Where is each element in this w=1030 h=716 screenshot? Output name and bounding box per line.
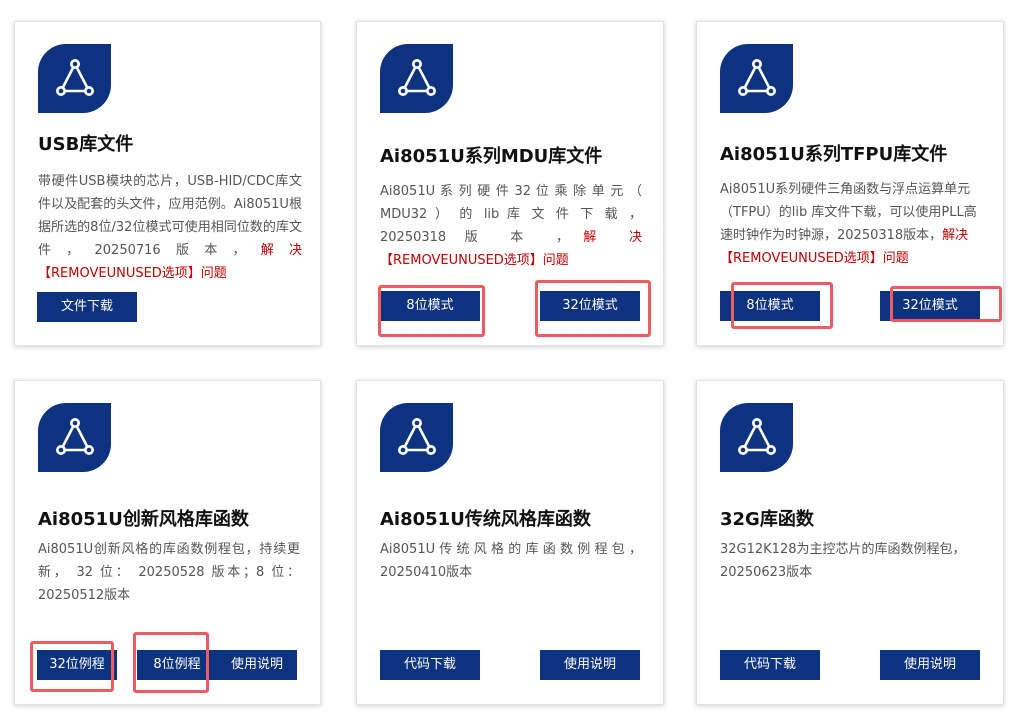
card-mdu-library: Ai8051U系列MDU库文件 Ai8051U 系 列 硬 件 32 位 乘 除… — [356, 21, 664, 346]
card-description: 带硬件USB模块的芯片，USB-HID/CDC库文件以及配套的头文件，应用范例。… — [38, 170, 302, 285]
8bit-mode-button[interactable]: 8位模式 — [380, 291, 480, 321]
usage-guide-button[interactable]: 使用说明 — [880, 650, 980, 680]
card-traditional-library: Ai8051U传统风格库函数 Ai8051U 传 统 风 格 的 库 函 数 例… — [356, 380, 664, 705]
description-text: Ai8051U 传 统 风 格 的 库 函 数 例 程 包 ，20250410版… — [380, 542, 642, 580]
card-description: Ai8051U系列硬件三角函数与浮点运算单元（TFPU）的lib 库文件下载，可… — [720, 178, 986, 270]
card-description: 32G12K128为主控芯片的库函数例程包，20250623版本 — [720, 538, 986, 584]
card-tfpu-library: Ai8051U系列TFPU库文件 Ai8051U系列硬件三角函数与浮点运算单元（… — [696, 21, 1004, 346]
card-title: 32G库函数 — [720, 509, 814, 530]
file-download-button[interactable]: 文件下载 — [37, 292, 137, 322]
description-text: 32G12K128为主控芯片的库函数例程包，20250623版本 — [720, 542, 966, 580]
card-description: Ai8051U创新风格的库函数例程包，持续更新， 32 位： 20250528 … — [38, 538, 300, 607]
code-download-button[interactable]: 代码下载 — [720, 650, 820, 680]
8bit-example-button[interactable]: 8位例程 — [137, 650, 217, 680]
32bit-mode-button[interactable]: 32位模式 — [880, 291, 980, 321]
usage-guide-button[interactable]: 使用说明 — [540, 650, 640, 680]
card-usb-library: USB库文件 带硬件USB模块的芯片，USB-HID/CDC库文件以及配套的头文… — [14, 21, 321, 346]
card-title: Ai8051U系列TFPU库文件 — [720, 144, 948, 165]
network-triangle-icon — [38, 44, 111, 113]
code-download-button[interactable]: 代码下载 — [380, 650, 480, 680]
card-description: Ai8051U 系 列 硬 件 32 位 乘 除 单 元 （ MDU32 ） 的… — [380, 180, 642, 272]
card-title: Ai8051U传统风格库函数 — [380, 509, 591, 530]
card-title: USB库文件 — [38, 134, 134, 155]
card-32g-library: 32G库函数 32G12K128为主控芯片的库函数例程包，20250623版本 … — [696, 380, 1004, 705]
card-innovative-library: Ai8051U创新风格库函数 Ai8051U创新风格的库函数例程包，持续更新， … — [14, 380, 321, 705]
card-title: Ai8051U创新风格库函数 — [38, 509, 249, 530]
8bit-mode-button[interactable]: 8位模式 — [720, 291, 820, 321]
description-text: Ai8051U创新风格的库函数例程包，持续更新， 32 位： 20250528 … — [38, 542, 300, 603]
card-description: Ai8051U 传 统 风 格 的 库 函 数 例 程 包 ，20250410版… — [380, 538, 642, 584]
network-triangle-icon — [720, 403, 793, 472]
network-triangle-icon — [38, 403, 111, 472]
card-title: Ai8051U系列MDU库文件 — [380, 146, 603, 167]
network-triangle-icon — [380, 403, 453, 472]
usage-guide-button[interactable]: 使用说明 — [217, 650, 297, 680]
network-triangle-icon — [720, 44, 793, 113]
network-triangle-icon — [380, 44, 453, 113]
32bit-example-button[interactable]: 32位例程 — [37, 650, 117, 680]
32bit-mode-button[interactable]: 32位模式 — [540, 291, 640, 321]
description-text: Ai8051U系列硬件三角函数与浮点运算单元（TFPU）的lib 库文件下载，可… — [720, 182, 977, 243]
